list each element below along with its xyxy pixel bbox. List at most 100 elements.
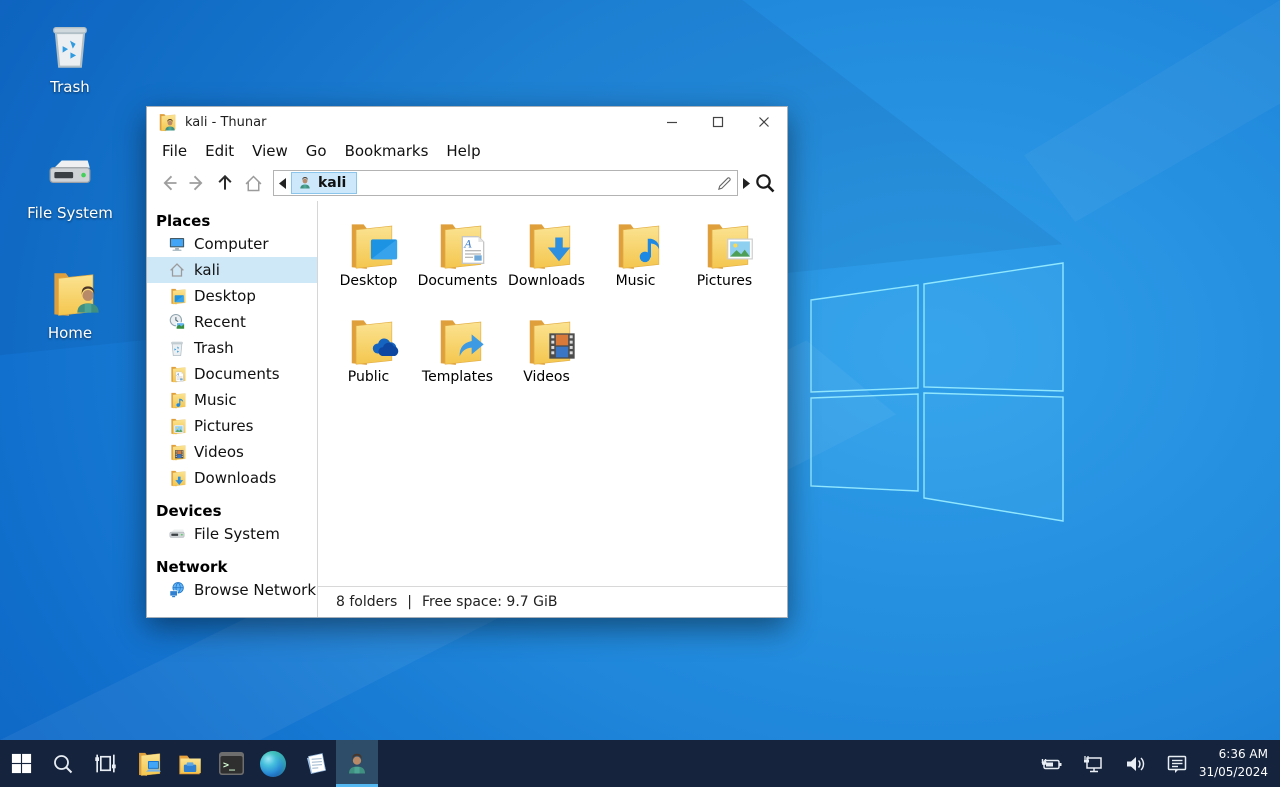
next-crumb-icon[interactable] [742,178,751,189]
sidebar-item-downloads[interactable]: Downloads [147,465,317,491]
file-music[interactable]: Music [591,215,680,311]
window-titlebar: kali - Thunar [147,107,787,137]
sidebar-item-file-system[interactable]: File System [147,521,317,547]
recent-icon [168,313,186,331]
home-button[interactable] [239,169,267,197]
computer-icon [168,235,186,253]
svg-text:>_: >_ [223,760,236,771]
menu-help[interactable]: Help [437,139,489,163]
trash-icon [168,339,186,357]
home-folder-icon [16,262,124,318]
desktop-folder-icon [340,217,398,273]
taskbar-search-button[interactable] [42,740,84,787]
status-free-space: Free space: 9.7 GiB [422,594,557,610]
menu-file[interactable]: File [153,139,196,163]
folder-user-icon [156,112,176,132]
start-button[interactable] [0,740,42,787]
volume-icon[interactable] [1114,740,1156,787]
battery-icon[interactable] [1030,740,1072,787]
music-folder-icon [607,217,665,273]
downloads-folder-icon [518,217,576,273]
toolbar: kali [147,165,787,201]
file-videos[interactable]: Videos [502,311,591,407]
status-folder-count: 8 folders [336,594,397,610]
sidebar-item-desktop[interactable]: Desktop [147,283,317,309]
sidebar: Places Computer kali Desktop Recent [147,201,318,617]
thunar-window: kali - Thunar File Edit View Go Bookmark… [146,106,788,618]
taskbar-text-editor[interactable] [294,740,336,787]
home-outline-icon [168,261,186,279]
prev-crumb-icon[interactable] [278,178,287,189]
file-explorer-icon [176,750,203,777]
clock-time: 6:36 AM [1219,746,1268,763]
taskbar-computer-folder[interactable] [126,740,168,787]
taskbar-terminal[interactable]: >_ [210,740,252,787]
minimize-button[interactable] [649,107,695,137]
desktop-icon-file-system[interactable]: File System [16,142,124,222]
menu-bar: File Edit View Go Bookmarks Help [147,137,787,165]
documents-folder-icon [429,217,487,273]
menu-edit[interactable]: Edit [196,139,243,163]
sidebar-item-videos[interactable]: Videos [147,439,317,465]
file-desktop[interactable]: Desktop [324,215,413,311]
status-bar: 8 folders | Free space: 9.7 GiB [318,586,787,617]
file-documents[interactable]: Documents [413,215,502,311]
templates-folder-icon [429,313,487,369]
taskbar-thunar-kali-active[interactable] [336,740,378,787]
computer-folder-icon [134,750,161,777]
action-center-icon[interactable] [1156,740,1198,787]
task-view-button[interactable] [84,740,126,787]
path-crumb-kali[interactable]: kali [291,172,357,194]
trash-icon [16,16,124,72]
sidebar-header-devices: Devices [147,499,317,521]
sidebar-item-pictures[interactable]: Pictures [147,413,317,439]
file-public[interactable]: Public [324,311,413,407]
desktop-icon-trash[interactable]: Trash [16,16,124,96]
sidebar-item-documents[interactable]: Documents [147,361,317,387]
close-button[interactable] [741,107,787,137]
documents-folder-icon [168,365,186,383]
downloads-folder-icon [168,469,186,487]
user-avatar-icon [345,752,369,776]
windows-start-icon [10,752,33,775]
sidebar-item-music[interactable]: Music [147,387,317,413]
sidebar-item-computer[interactable]: Computer [147,231,317,257]
network-icon[interactable] [1072,740,1114,787]
taskbar: >_ [0,740,1280,787]
menu-go[interactable]: Go [297,139,336,163]
back-button[interactable] [155,169,183,197]
file-downloads[interactable]: Downloads [502,215,591,311]
status-separator: | [407,594,412,610]
sidebar-header-places: Places [147,209,317,231]
up-button[interactable] [211,169,239,197]
desktop-folder-icon [168,287,186,305]
file-templates[interactable]: Templates [413,311,502,407]
menu-bookmarks[interactable]: Bookmarks [336,139,438,163]
public-folder-icon [340,313,398,369]
terminal-icon: >_ [218,750,245,777]
file-grid[interactable]: Desktop Documents [318,201,787,586]
desktop-icon-label: Trash [16,78,124,96]
desktop-icon-home[interactable]: Home [16,262,124,342]
pictures-folder-icon [696,217,754,273]
search-icon [51,752,75,776]
desktop-icon-label: File System [16,204,124,222]
sidebar-item-browse-network[interactable]: Browse Network [147,577,317,603]
sidebar-item-recent[interactable]: Recent [147,309,317,335]
taskbar-edge-browser[interactable] [252,740,294,787]
forward-button[interactable] [183,169,211,197]
maximize-button[interactable] [695,107,741,137]
videos-folder-icon [518,313,576,369]
file-view: Desktop Documents [318,201,787,617]
drive-icon [168,525,186,543]
path-bar[interactable]: kali [273,170,738,196]
taskbar-clock[interactable]: 6:36 AM 31/05/2024 [1198,740,1280,787]
taskbar-file-explorer[interactable] [168,740,210,787]
menu-view[interactable]: View [243,139,297,163]
sidebar-item-kali[interactable]: kali [147,257,317,283]
sidebar-item-trash[interactable]: Trash [147,335,317,361]
file-pictures[interactable]: Pictures [680,215,769,311]
user-avatar-icon [298,176,312,190]
edit-path-icon[interactable] [716,175,733,192]
search-button[interactable] [751,169,779,197]
